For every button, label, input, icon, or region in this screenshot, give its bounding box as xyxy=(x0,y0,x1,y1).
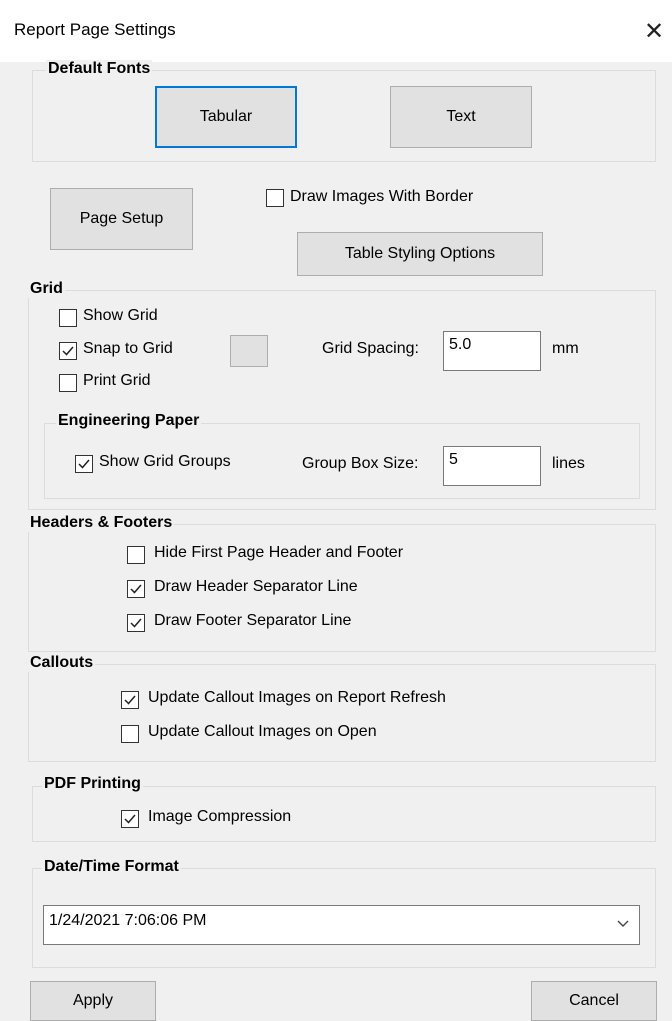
draw-images-border-label: Draw Images With Border xyxy=(290,188,474,205)
text-font-label: Text xyxy=(446,108,476,125)
update-on-refresh-label: Update Callout Images on Report Refresh xyxy=(148,689,446,706)
snap-to-grid-label: Snap to Grid xyxy=(83,340,173,357)
hide-first-page-checkbox[interactable] xyxy=(127,546,145,564)
update-on-open-label: Update Callout Images on Open xyxy=(148,723,377,740)
page-setup-label: Page Setup xyxy=(79,210,164,227)
show-grid-groups-label: Show Grid Groups xyxy=(99,453,231,470)
draw-images-border-checkbox[interactable] xyxy=(266,189,284,207)
checkmark-icon xyxy=(130,618,142,628)
image-compression-label: Image Compression xyxy=(148,808,292,825)
cancel-button[interactable]: Cancel xyxy=(531,981,657,1021)
update-on-refresh-checkbox[interactable] xyxy=(121,691,139,709)
group-box-size-label: Group Box Size: xyxy=(302,455,419,472)
draw-footer-separator-label: Draw Footer Separator Line xyxy=(154,612,352,629)
tabular-font-label: Tabular xyxy=(199,108,253,125)
draw-footer-separator-checkbox[interactable] xyxy=(127,614,145,632)
checkmark-icon xyxy=(124,695,136,705)
hide-first-page-label: Hide First Page Header and Footer xyxy=(154,544,404,561)
checkmark-icon xyxy=(124,814,136,824)
chevron-down-icon xyxy=(616,917,630,931)
grid-spacing-label: Grid Spacing: xyxy=(322,340,419,357)
print-grid-checkbox[interactable] xyxy=(59,374,77,392)
show-grid-groups-checkbox[interactable] xyxy=(75,455,93,473)
page-setup-button[interactable]: Page Setup xyxy=(50,188,193,250)
tabular-font-button[interactable]: Tabular xyxy=(155,86,297,148)
group-box-size-unit: lines xyxy=(552,455,585,472)
datetime-format-value: 1/24/2021 7:06:06 PM xyxy=(49,912,207,929)
datetime-format-select[interactable]: 1/24/2021 7:06:06 PM xyxy=(43,905,640,945)
checkmark-icon xyxy=(130,584,142,594)
default-fonts-legend: Default Fonts xyxy=(46,60,153,78)
apply-label: Apply xyxy=(72,992,114,1009)
snap-to-grid-checkbox[interactable] xyxy=(59,342,77,360)
default-fonts-group xyxy=(32,70,656,162)
engineering-paper-legend: Engineering Paper xyxy=(56,412,202,430)
show-grid-label: Show Grid xyxy=(83,307,158,324)
pdf-printing-legend: PDF Printing xyxy=(42,775,143,793)
update-on-open-checkbox[interactable] xyxy=(121,725,139,743)
checkmark-icon xyxy=(78,459,90,469)
checkmark-icon xyxy=(62,346,74,356)
grid-legend: Grid xyxy=(28,280,65,298)
headers-footers-legend: Headers & Footers xyxy=(28,514,175,532)
image-compression-checkbox[interactable] xyxy=(121,810,139,828)
draw-header-separator-checkbox[interactable] xyxy=(127,580,145,598)
grid-spacing-input[interactable]: 5.0 xyxy=(443,331,541,371)
close-icon[interactable]: ✕ xyxy=(636,12,672,52)
grid-color-button[interactable] xyxy=(230,335,268,367)
text-font-button[interactable]: Text xyxy=(390,86,532,148)
callouts-group xyxy=(28,664,656,762)
datetime-format-legend: Date/Time Format xyxy=(42,858,181,876)
apply-button[interactable]: Apply xyxy=(30,981,156,1021)
window-title: Report Page Settings xyxy=(14,20,176,39)
draw-header-separator-label: Draw Header Separator Line xyxy=(154,578,358,595)
table-styling-options-button[interactable]: Table Styling Options xyxy=(297,232,543,276)
cancel-label: Cancel xyxy=(569,992,619,1009)
grid-spacing-unit: mm xyxy=(552,340,579,357)
print-grid-label: Print Grid xyxy=(83,372,151,389)
show-grid-checkbox[interactable] xyxy=(59,309,77,327)
callouts-legend: Callouts xyxy=(28,654,96,672)
table-styling-options-label: Table Styling Options xyxy=(344,245,496,262)
group-box-size-input[interactable]: 5 xyxy=(443,446,541,486)
